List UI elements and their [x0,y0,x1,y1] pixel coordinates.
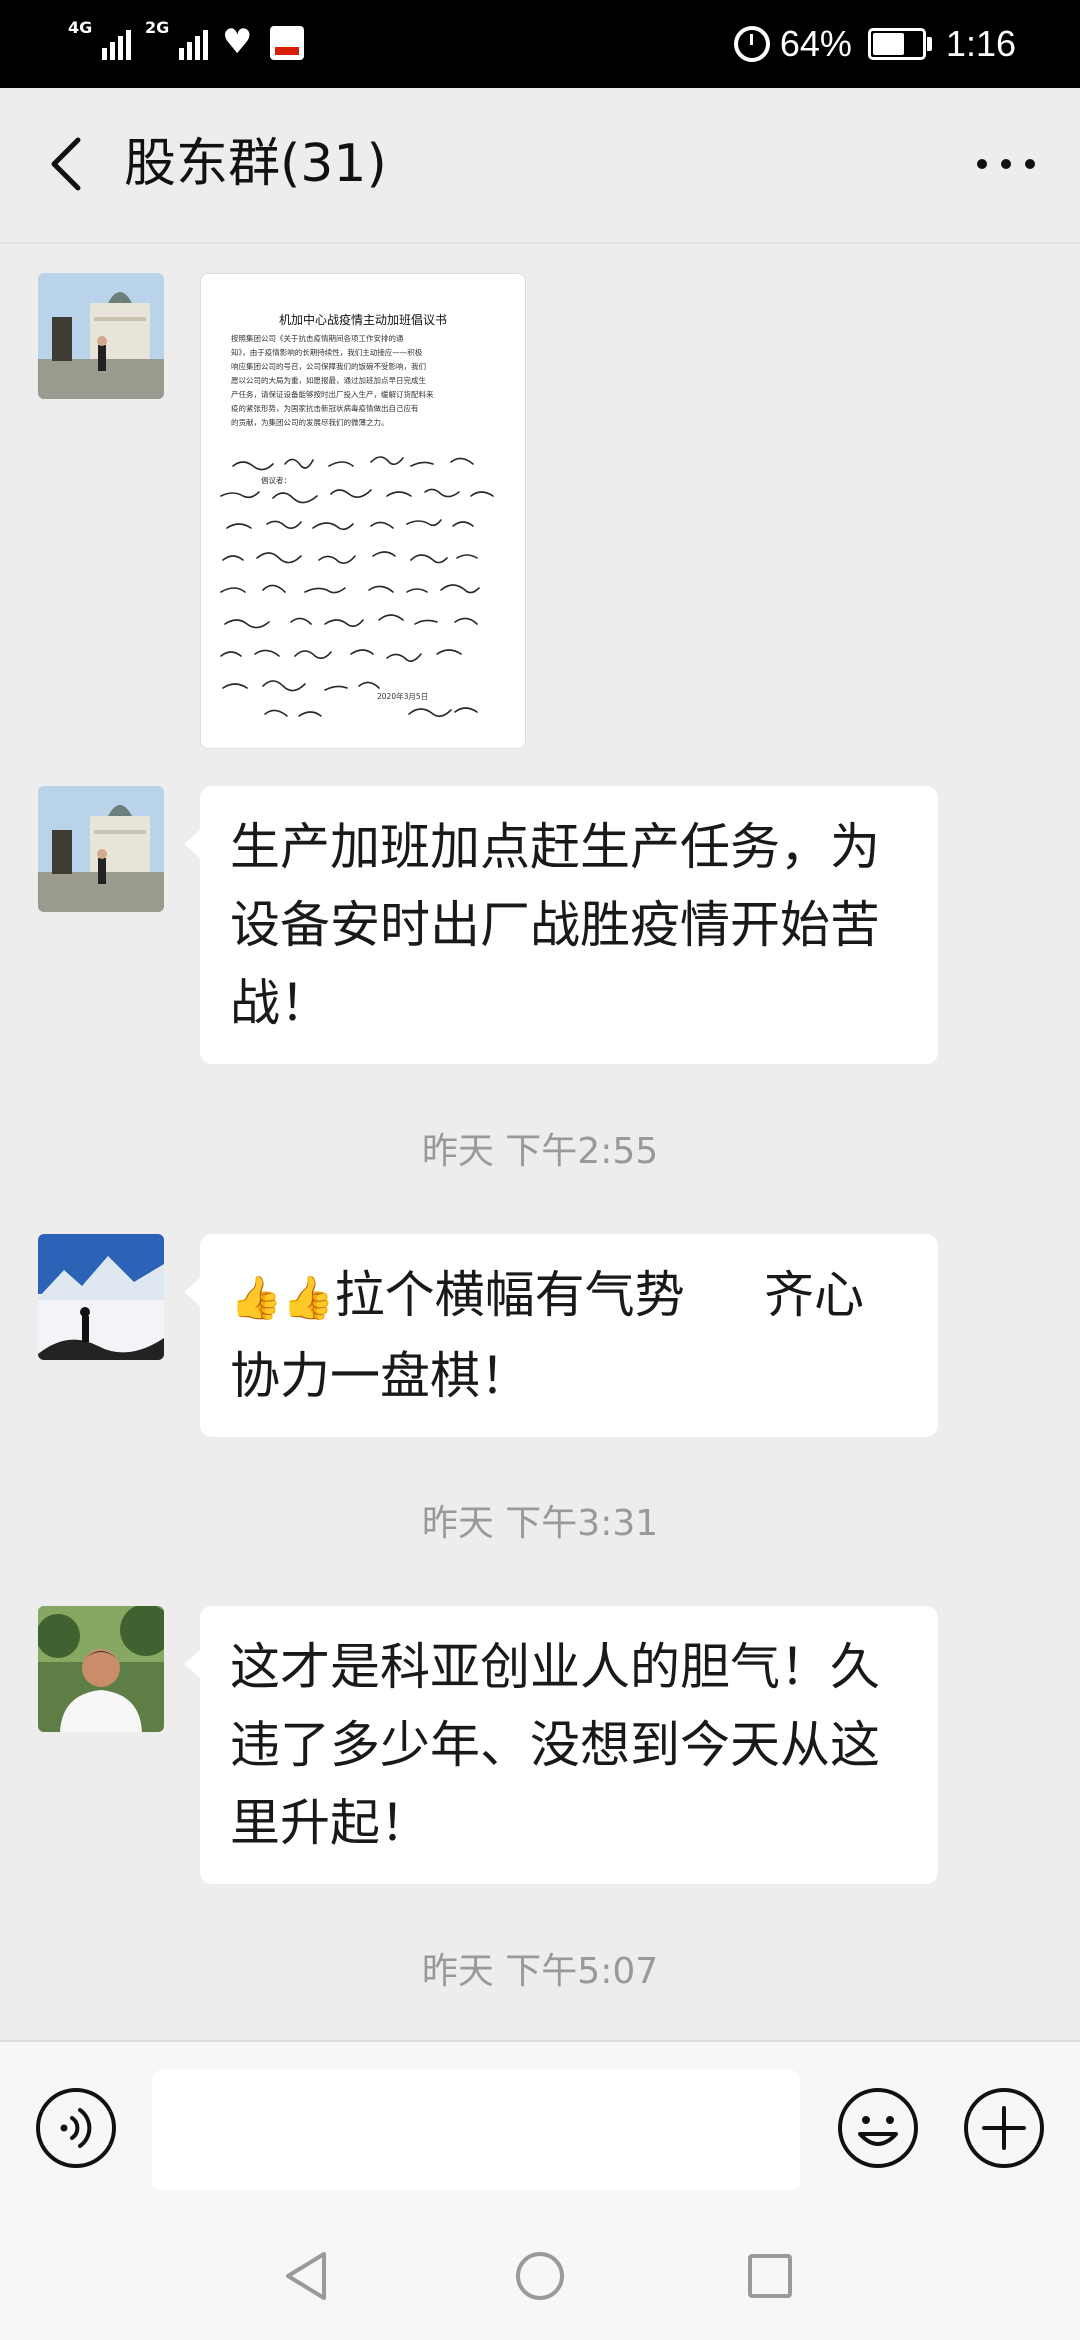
network-type-1: 4G [68,18,93,37]
document-title: 机加中心战疫情主动加班倡议书 [278,313,447,327]
status-right: 64% 1:16 [733,22,1016,66]
signal-2-icon: 2G [145,20,208,60]
message-input[interactable] [152,2070,800,2190]
health-heart-icon: ♥ [222,22,253,62]
message-bubble[interactable]: 这才是科亚创业人的胆气！久违了多少年、没想到今天从这里升起！ [184,1606,938,1884]
nav-recent-button[interactable] [730,2236,810,2316]
timestamp: 昨天 下午5:07 [421,1951,659,1992]
document-signers-label: 倡议者： [261,476,291,485]
battery-icon [867,28,932,60]
timestamp: 昨天 下午2:55 [421,1131,659,1172]
document-line: 疫的紧张形势，为国家抗击新冠状病毒疫情做出自己应有 [231,404,419,413]
avatar-person-photo[interactable] [38,1606,164,1732]
status-left: 4G 2G ♥ [68,20,305,62]
app-notification-icon [270,26,305,60]
chat-header: 股东群(31) [0,88,1080,244]
nav-back-button[interactable] [268,2236,348,2316]
nav-back-icon [286,2252,326,2300]
document-line: 知》，由于疫情影响的长期持续性，我们主动接应——积极 [231,348,423,357]
chat-title: 股东群(31) [124,134,387,194]
more-options-button[interactable] [966,124,1046,204]
network-type-2: 2G [145,18,170,37]
plus-icon [964,2088,1044,2168]
back-arrow-icon [51,137,81,191]
more-functions-button[interactable] [962,2086,1046,2170]
document-line: 愿以公司的大局为重，如愿报最，通过加班加点早日完成生 [231,376,426,385]
nav-home-icon [516,2252,564,2300]
document-date: 2020年3月5日 [377,692,429,701]
input-bar [0,2040,1080,2214]
emoji-button[interactable] [836,2086,920,2170]
document-line: 产任务，请保证设备能够按时出厂投入生产，缓解订货配料来 [231,390,434,399]
message-text: 生产加班加点赶生产任务，为设备安时出厂战胜疫情开始苦战！ [230,818,880,1032]
alarm-icon [733,26,770,62]
battery-percent: 64% [779,23,852,64]
clock: 1:16 [945,23,1016,64]
timestamp: 昨天 下午3:31 [421,1503,659,1544]
nav-home-button[interactable] [500,2236,580,2316]
avatar-monument-photo[interactable] [38,786,164,912]
avatar-monument-photo[interactable] [38,273,164,399]
emoji-icon [838,2088,918,2168]
signal-1-icon: 4G [68,20,131,60]
message-bubble[interactable]: 👍👍拉个横幅有气势 齐心协力一盘棋！ [184,1234,938,1437]
document-image[interactable]: 机加中心战疫情主动加班倡议书 按照集团公司《关于抗击疫情期间各项工作安排的通 知… [200,273,526,749]
document-line: 响应集团公司的号召，公司保障我们的饭碗不受影响，我们 [231,362,426,371]
voice-button[interactable] [34,2086,118,2170]
battery-level-fill [872,33,904,55]
back-button[interactable] [30,124,110,204]
thumbs-up-icon: 👍👍 [230,1273,335,1322]
more-dots-icon [977,159,1035,169]
phone-screen: 4G 2G ♥ 64% 1:16 股东群(31) 机加中心战疫情主动加班倡议书 … [0,0,1080,2340]
status-bar: 4G 2G ♥ 64% 1:16 [0,0,1080,88]
document-line: 按照集团公司《关于抗击疫情期间各项工作安排的通 [231,334,404,343]
message-text: 这才是科亚创业人的胆气！久违了多少年、没想到今天从这里升起！ [230,1638,880,1852]
system-nav-bar [0,2212,1080,2340]
message-bubble[interactable]: 生产加班加点赶生产任务，为设备安时出厂战胜疫情开始苦战！ [184,786,938,1064]
document-line: 的贡献，为集团公司的发展尽我们的微薄之力。 [231,418,389,427]
avatar-mountain-photo[interactable] [38,1234,164,1360]
document-body: 按照集团公司《关于抗击疫情期间各项工作安排的通 知》，由于疫情影响的长期持续性，… [231,332,501,430]
voice-icon [36,2088,116,2168]
nav-recent-icon [748,2254,792,2298]
